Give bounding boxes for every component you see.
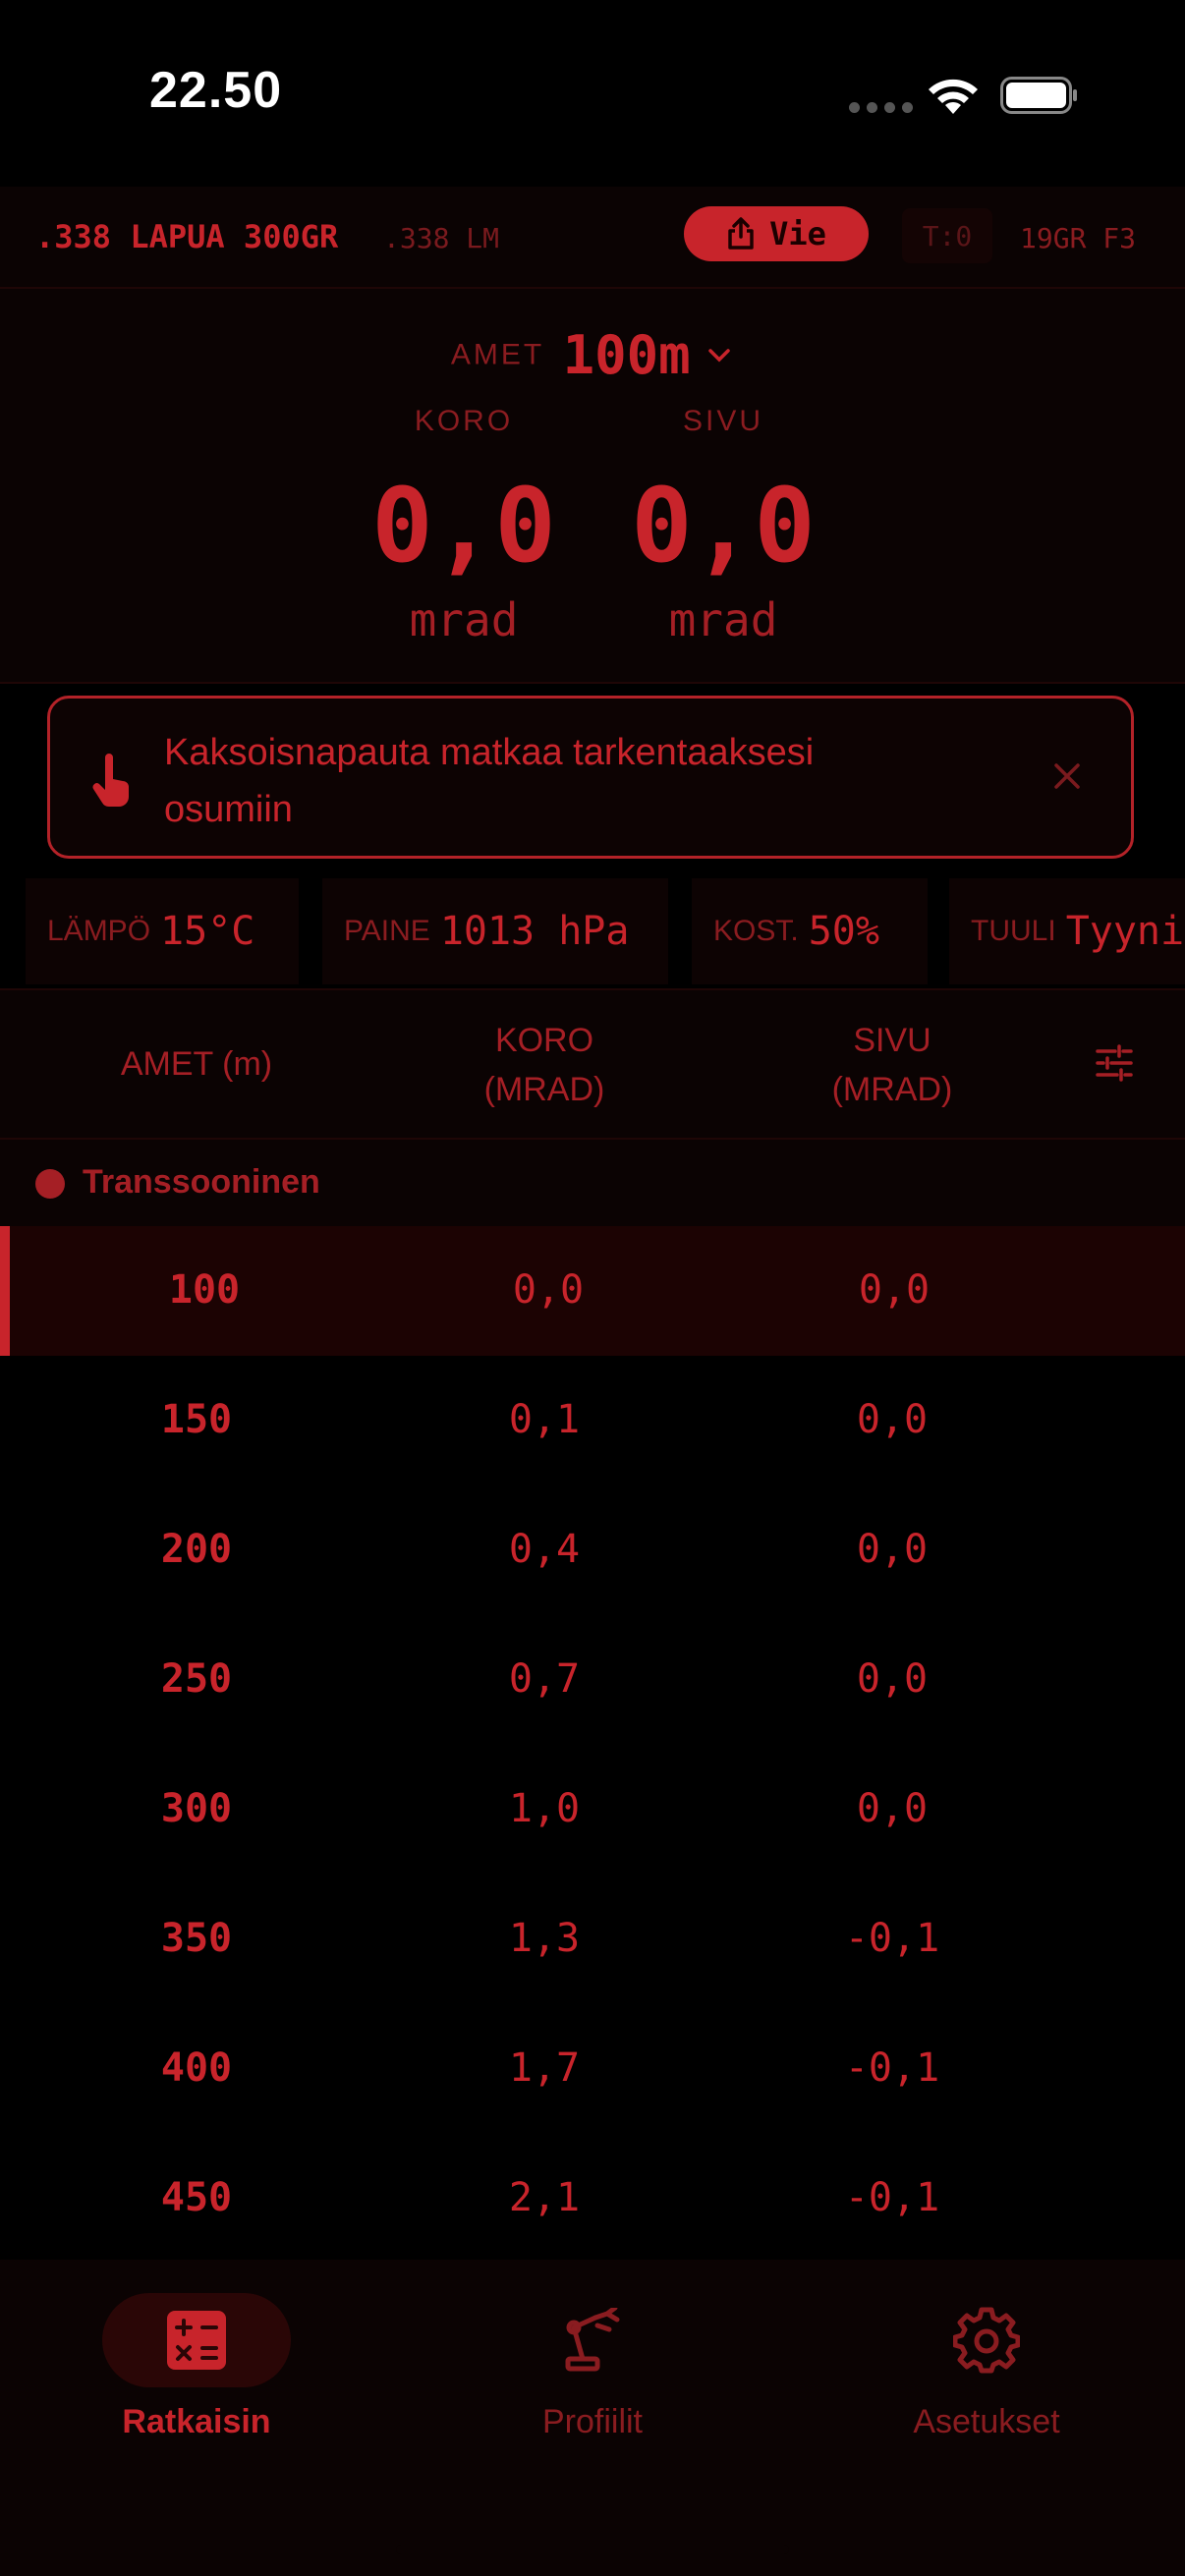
cellular-signal-icon: [849, 102, 913, 113]
condition-pressure[interactable]: PAINE 1013 hPa: [322, 878, 668, 984]
elevation-value: 0,0: [371, 466, 556, 586]
status-time: 22.50: [149, 62, 283, 119]
target-counter[interactable]: T:0: [902, 208, 992, 263]
cell-distance: 300: [160, 1786, 233, 1831]
cell-windage: -0,1: [844, 1916, 940, 1961]
cell-windage: 0,0: [856, 1527, 929, 1572]
wifi-icon: [929, 79, 978, 114]
cell-elevation: 1,7: [508, 2045, 581, 2091]
cell-elevation: 0,0: [512, 1267, 585, 1313]
group-header: Transsooninen: [0, 1140, 1185, 1226]
column-header-windage: SIVU (MRAD): [831, 1022, 953, 1108]
distance-label: AMET: [450, 338, 545, 371]
column-header-distance: AMET (m): [120, 1045, 273, 1083]
column-header-elevation: KORO (MRAD): [483, 1022, 605, 1108]
profile-caliber: .338 LM: [383, 222, 500, 254]
group-label: Transsooninen: [83, 1163, 320, 1201]
table-row[interactable]: 200 0,4 0,0: [0, 1485, 1185, 1615]
cell-distance: 250: [160, 1656, 233, 1702]
cell-windage: -0,1: [844, 2175, 940, 2220]
windage-unit: mrad: [668, 593, 778, 646]
hint-banner: Kaksoisnapauta matkaa tarkentaaksesi osu…: [47, 696, 1134, 859]
close-icon[interactable]: [1048, 757, 1086, 795]
windage-value: 0,0: [631, 466, 816, 586]
cell-distance: 200: [160, 1527, 233, 1572]
hint-text: Kaksoisnapauta matkaa tarkentaaksesi osu…: [164, 732, 815, 830]
table-row[interactable]: 150 0,1 0,0: [0, 1356, 1185, 1485]
profile-bar: .338 LAPUA 300GR .338 LM Vie T:0 19GR F3: [0, 187, 1185, 289]
bottom-tab-bar: Ratkaisin Profiilit Asetukset: [0, 2260, 1185, 2576]
cell-elevation: 0,1: [508, 1397, 581, 1442]
gear-icon: [953, 2307, 1020, 2374]
home-indicator: [396, 2545, 789, 2554]
cell-elevation: 1,0: [508, 1786, 581, 1831]
share-icon: [728, 217, 754, 250]
cell-elevation: 0,4: [508, 1527, 581, 1572]
cell-distance: 100: [168, 1267, 241, 1313]
cell-distance: 350: [160, 1916, 233, 1961]
table-row[interactable]: 450 2,1 -0,1: [0, 2134, 1185, 2264]
tap-finger-icon: [92, 754, 129, 808]
windage-label: SIVU: [682, 405, 764, 437]
condition-humidity[interactable]: KOST. 50%: [692, 878, 928, 984]
elevation-unit: mrad: [409, 593, 519, 646]
table-row[interactable]: 350 1,3 -0,1: [0, 1875, 1185, 2004]
cell-elevation: 1,3: [508, 1916, 581, 1961]
table-row[interactable]: 250 0,7 0,0: [0, 1615, 1185, 1745]
cell-elevation: 2,1: [508, 2175, 581, 2220]
distance-value[interactable]: 100m: [563, 324, 691, 386]
condition-wind[interactable]: TUULI Tyyni: [949, 878, 1185, 984]
tab-label: Profiilit: [541, 2403, 644, 2440]
tab-label: Ratkaisin: [122, 2403, 271, 2440]
cell-distance: 450: [160, 2175, 233, 2220]
cell-windage: -0,1: [844, 2045, 940, 2091]
bullet-label: 19GR F3: [1020, 222, 1137, 254]
group-dot-icon: [35, 1169, 65, 1199]
ballistic-table: 100 0,0 0,0 150 0,1 0,0 200 0,4 0,0 250 …: [0, 1226, 1185, 2264]
tab-ratkaisin[interactable]: Ratkaisin: [49, 2293, 344, 2441]
status-bar: 22.50: [0, 0, 1185, 187]
chevron-down-icon[interactable]: [705, 346, 734, 365]
table-row[interactable]: 100 0,0 0,0: [0, 1226, 1185, 1356]
cell-windage: 0,0: [856, 1656, 929, 1702]
robot-arm-icon: [565, 2308, 620, 2372]
cell-elevation: 0,7: [508, 1656, 581, 1702]
export-button[interactable]: Vie: [684, 206, 869, 261]
table-row[interactable]: 300 1,0 0,0: [0, 1745, 1185, 1875]
calculator-icon: [167, 2311, 226, 2370]
conditions-strip[interactable]: LÄMPÖ 15°C PAINE 1013 hPa KOST. 50% TUUL…: [0, 872, 1185, 990]
elevation-label: KORO: [414, 405, 514, 437]
cell-windage: 0,0: [856, 1397, 929, 1442]
battery-icon: [1000, 77, 1077, 114]
distance-selector[interactable]: AMET 100m: [0, 324, 1185, 386]
tune-settings-icon[interactable]: [1095, 1043, 1134, 1083]
tab-label: Asetukset: [913, 2403, 1060, 2440]
cell-windage: 0,0: [858, 1267, 931, 1313]
tab-profiilit[interactable]: Profiilit: [445, 2293, 740, 2441]
table-header: AMET (m) KORO (MRAD) SIVU (MRAD): [0, 990, 1185, 1140]
table-row[interactable]: 400 1,7 -0,1: [0, 2004, 1185, 2134]
profile-name[interactable]: .338 LAPUA 300GR: [35, 218, 338, 255]
cell-windage: 0,0: [856, 1786, 929, 1831]
tab-asetukset[interactable]: Asetukset: [839, 2293, 1134, 2441]
export-label: Vie: [769, 215, 826, 252]
solution-readout: AMET 100m KORO SIVU 0,0 0,0 mrad mrad: [0, 289, 1185, 684]
condition-temperature[interactable]: LÄMPÖ 15°C: [26, 878, 299, 984]
cell-distance: 400: [160, 2045, 233, 2091]
cell-distance: 150: [160, 1397, 233, 1442]
